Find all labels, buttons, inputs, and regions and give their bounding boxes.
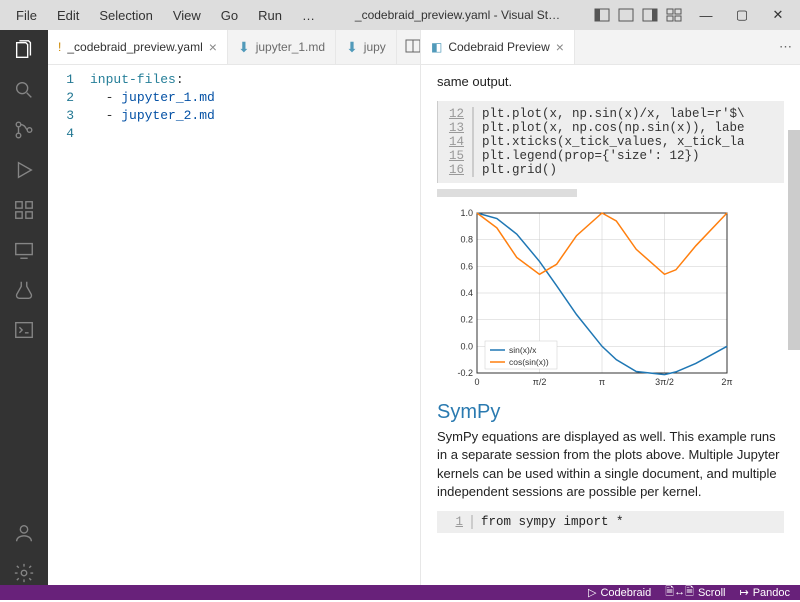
markdown-icon: ⬇ <box>238 39 250 56</box>
extensions-icon[interactable] <box>12 198 36 222</box>
tab-close-icon[interactable]: × <box>209 39 217 55</box>
tab-preview[interactable]: ◧Codebraid Preview× <box>421 30 575 64</box>
minimap[interactable] <box>788 130 800 350</box>
search-icon[interactable] <box>12 78 36 102</box>
tab-jupyter_1.md[interactable]: ⬇jupyter_1.md <box>228 30 336 64</box>
h-scrollbar[interactable] <box>437 189 577 197</box>
menu-run[interactable]: Run <box>250 6 290 25</box>
window-controls: — ▢ ✕ <box>692 5 792 25</box>
tab-jupy[interactable]: ⬇jupy <box>336 30 397 64</box>
svg-text:0: 0 <box>474 377 479 387</box>
line-gutter: 1234 <box>48 65 90 143</box>
status-codebraid[interactable]: ▷ Codebraid <box>588 586 651 599</box>
minimize-icon[interactable]: — <box>692 5 720 25</box>
intro-text: same output. <box>437 73 784 91</box>
svg-text:0.0: 0.0 <box>460 342 473 352</box>
svg-text:sin(x)/x: sin(x)/x <box>509 345 537 355</box>
code-content[interactable]: input-files: - jupyter_1.md - jupyter_2.… <box>90 65 215 143</box>
window-title: _codebraid_preview.yaml - Visual St… <box>323 8 592 22</box>
panel-bottom-icon[interactable] <box>616 5 636 25</box>
svg-text:2π: 2π <box>721 377 732 387</box>
preview-body[interactable]: same output. 12plt.plot(x, np.sin(x)/x, … <box>421 65 800 585</box>
status-scroll[interactable]: 🗎↔🗎 Scroll <box>665 583 725 602</box>
sympy-heading: SymPy <box>437 401 784 424</box>
panel-left-icon[interactable] <box>592 5 612 25</box>
menu-view[interactable]: View <box>165 6 209 25</box>
preview-tabs: ◧Codebraid Preview× ⋯ <box>421 30 800 65</box>
activity-bar <box>0 30 48 585</box>
editor-pane[interactable]: 1234 input-files: - jupyter_1.md - jupyt… <box>48 65 420 143</box>
editor-tabs: !_codebraid_preview.yaml×⬇jupyter_1.md⬇j… <box>48 30 420 65</box>
close-icon[interactable]: ✕ <box>764 5 792 25</box>
markdown-icon: ⬇ <box>346 39 358 56</box>
menu-go[interactable]: Go <box>213 6 246 25</box>
run-debug-icon[interactable] <box>12 158 36 182</box>
title-bar: FileEditSelection ViewGoRun… _codebraid_p… <box>0 0 800 30</box>
explorer-icon[interactable] <box>12 38 36 62</box>
testing-icon[interactable] <box>12 278 36 302</box>
panel-right-icon[interactable] <box>640 5 660 25</box>
svg-text:1.0: 1.0 <box>460 208 473 218</box>
remote-icon[interactable] <box>12 238 36 262</box>
menu-…[interactable]: … <box>294 6 323 25</box>
svg-text:0.4: 0.4 <box>460 288 473 298</box>
source-control-icon[interactable] <box>12 118 36 142</box>
tab-_codebraid_preview.yaml[interactable]: !_codebraid_preview.yaml× <box>48 30 228 64</box>
svg-text:0.6: 0.6 <box>460 262 473 272</box>
line-chart: -0.2 0.0 0.2 0.4 0.6 0.8 1.0 0 π/2 π 3π/2 2π sin(x)/… <box>437 205 737 395</box>
menu-edit[interactable]: Edit <box>49 6 87 25</box>
status-bar: ▷ Codebraid 🗎↔🗎 Scroll ↦ Pandoc <box>0 585 800 600</box>
svg-text:0.2: 0.2 <box>460 315 473 325</box>
svg-text:π/2: π/2 <box>533 377 547 387</box>
accounts-icon[interactable] <box>12 521 36 545</box>
svg-text:0.8: 0.8 <box>460 235 473 245</box>
layout-controls <box>592 5 684 25</box>
menu-bar: FileEditSelection ViewGoRun… <box>8 6 323 25</box>
more-icon[interactable]: ⋯ <box>779 39 792 55</box>
svg-text:π: π <box>599 377 605 387</box>
sympy-paragraph: SymPy equations are displayed as well. T… <box>437 428 784 501</box>
settings-gear-icon[interactable] <box>12 561 36 585</box>
status-pandoc[interactable]: ↦ Pandoc <box>739 586 790 599</box>
svg-text:3π/2: 3π/2 <box>655 377 674 387</box>
code-block-2: 1from sympy import * <box>437 511 784 533</box>
warn-icon: ! <box>58 40 61 54</box>
terminal-icon[interactable] <box>12 318 36 342</box>
svg-text:-0.2: -0.2 <box>457 368 473 378</box>
menu-file[interactable]: File <box>8 6 45 25</box>
menu-selection[interactable]: Selection <box>91 6 160 25</box>
layout-customize-icon[interactable] <box>664 5 684 25</box>
maximize-icon[interactable]: ▢ <box>728 5 756 25</box>
split-editor-icon[interactable] <box>405 38 421 57</box>
preview-icon: ◧ <box>431 40 442 54</box>
svg-text:cos(sin(x)): cos(sin(x)) <box>509 357 549 367</box>
tab-close-icon[interactable]: × <box>556 39 564 55</box>
code-block-1: 12plt.plot(x, np.sin(x)/x, label=r'$\13p… <box>437 101 784 183</box>
